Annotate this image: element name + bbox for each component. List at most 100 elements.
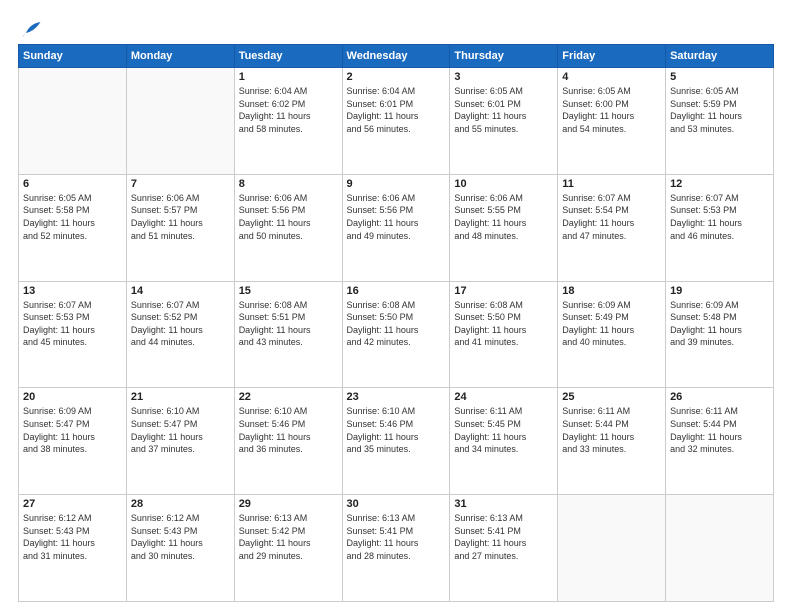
day-number: 19 [670, 285, 769, 297]
day-info: Sunrise: 6:05 AM Sunset: 5:58 PM Dayligh… [23, 192, 122, 242]
day-info: Sunrise: 6:09 AM Sunset: 5:47 PM Dayligh… [23, 405, 122, 455]
calendar-cell: 30 Sunrise: 6:13 AM Sunset: 5:41 PM Dayli… [342, 495, 450, 602]
week-row: 13 Sunrise: 6:07 AM Sunset: 5:53 PM Dayli… [19, 281, 774, 388]
week-row: 1 Sunrise: 6:04 AM Sunset: 6:02 PM Daylig… [19, 68, 774, 175]
day-number: 14 [131, 285, 230, 297]
day-number: 9 [347, 178, 446, 190]
day-number: 21 [131, 391, 230, 403]
calendar-cell: 22Sunrise: 6:10 AM Sunset: 5:46 PM Dayli… [234, 388, 342, 495]
day-number: 24 [454, 391, 553, 403]
header-row: SundayMondayTuesdayWednesdayThursdayFrid… [19, 45, 774, 68]
weekday-header: Sunday [19, 45, 127, 68]
day-number: 12 [670, 178, 769, 190]
day-number: 11 [562, 178, 661, 190]
calendar-cell: 31Sunrise: 6:13 AM Sunset: 5:41 PM Dayli… [450, 495, 558, 602]
day-info: Sunrise: 6:09 AM Sunset: 5:49 PM Dayligh… [562, 299, 661, 349]
week-row: 27 Sunrise: 6:12 AM Sunset: 5:43 PM Dayli… [19, 495, 774, 602]
day-info: Sunrise: 6:09 AM Sunset: 5:48 PM Dayligh… [670, 299, 769, 349]
day-info: Sunrise: 6:04 AM Sunset: 6:01 PM Dayligh… [347, 85, 446, 135]
day-number: 5 [670, 71, 769, 83]
calendar-cell: 5 Sunrise: 6:05 AM Sunset: 5:59 PM Daylig… [666, 68, 774, 175]
calendar-cell: 26 Sunrise: 6:11 AM Sunset: 5:44 PM Dayli… [666, 388, 774, 495]
weekday-header: Saturday [666, 45, 774, 68]
calendar-cell: 17 Sunrise: 6:08 AM Sunset: 5:50 PM Dayli… [450, 281, 558, 388]
day-info: Sunrise: 6:11 AM Sunset: 5:44 PM Dayligh… [670, 405, 769, 455]
day-number: 1 [239, 71, 338, 83]
day-number: 16 [347, 285, 446, 297]
calendar-cell: 15Sunrise: 6:08 AM Sunset: 5:51 PM Dayli… [234, 281, 342, 388]
weekday-header: Tuesday [234, 45, 342, 68]
calendar-cell: 27 Sunrise: 6:12 AM Sunset: 5:43 PM Dayli… [19, 495, 127, 602]
day-info: Sunrise: 6:05 AM Sunset: 5:59 PM Dayligh… [670, 85, 769, 135]
calendar-table: SundayMondayTuesdayWednesdayThursdayFrid… [18, 44, 774, 602]
day-number: 22 [239, 391, 338, 403]
day-info: Sunrise: 6:06 AM Sunset: 5:55 PM Dayligh… [454, 192, 553, 242]
day-number: 23 [347, 391, 446, 403]
day-info: Sunrise: 6:13 AM Sunset: 5:41 PM Dayligh… [454, 512, 553, 562]
weekday-header: Thursday [450, 45, 558, 68]
day-info: Sunrise: 6:04 AM Sunset: 6:02 PM Dayligh… [239, 85, 338, 135]
calendar-cell: 1 Sunrise: 6:04 AM Sunset: 6:02 PM Daylig… [234, 68, 342, 175]
calendar-cell [126, 68, 234, 175]
calendar-cell: 25 Sunrise: 6:11 AM Sunset: 5:44 PM Dayli… [558, 388, 666, 495]
calendar-cell: 20Sunrise: 6:09 AM Sunset: 5:47 PM Dayli… [19, 388, 127, 495]
day-number: 17 [454, 285, 553, 297]
day-info: Sunrise: 6:07 AM Sunset: 5:53 PM Dayligh… [23, 299, 122, 349]
day-info: Sunrise: 6:08 AM Sunset: 5:50 PM Dayligh… [454, 299, 553, 349]
day-number: 25 [562, 391, 661, 403]
logo-bird-icon [20, 18, 42, 40]
calendar-cell: 14 Sunrise: 6:07 AM Sunset: 5:52 PM Dayli… [126, 281, 234, 388]
calendar-cell: 12 Sunrise: 6:07 AM Sunset: 5:53 PM Dayli… [666, 174, 774, 281]
day-number: 29 [239, 498, 338, 510]
calendar-cell: 13 Sunrise: 6:07 AM Sunset: 5:53 PM Dayli… [19, 281, 127, 388]
day-info: Sunrise: 6:12 AM Sunset: 5:43 PM Dayligh… [131, 512, 230, 562]
day-info: Sunrise: 6:11 AM Sunset: 5:44 PM Dayligh… [562, 405, 661, 455]
calendar-cell [666, 495, 774, 602]
week-row: 20Sunrise: 6:09 AM Sunset: 5:47 PM Dayli… [19, 388, 774, 495]
day-number: 7 [131, 178, 230, 190]
day-info: Sunrise: 6:12 AM Sunset: 5:43 PM Dayligh… [23, 512, 122, 562]
weekday-header: Monday [126, 45, 234, 68]
weekday-header: Friday [558, 45, 666, 68]
day-info: Sunrise: 6:06 AM Sunset: 5:57 PM Dayligh… [131, 192, 230, 242]
day-info: Sunrise: 6:07 AM Sunset: 5:53 PM Dayligh… [670, 192, 769, 242]
day-info: Sunrise: 6:10 AM Sunset: 5:47 PM Dayligh… [131, 405, 230, 455]
calendar-cell: 16 Sunrise: 6:08 AM Sunset: 5:50 PM Dayli… [342, 281, 450, 388]
day-info: Sunrise: 6:13 AM Sunset: 5:41 PM Dayligh… [347, 512, 446, 562]
page: SundayMondayTuesdayWednesdayThursdayFrid… [0, 0, 792, 612]
day-info: Sunrise: 6:13 AM Sunset: 5:42 PM Dayligh… [239, 512, 338, 562]
day-info: Sunrise: 6:06 AM Sunset: 5:56 PM Dayligh… [239, 192, 338, 242]
day-number: 30 [347, 498, 446, 510]
calendar-cell: 11 Sunrise: 6:07 AM Sunset: 5:54 PM Dayli… [558, 174, 666, 281]
weekday-header: Wednesday [342, 45, 450, 68]
day-number: 10 [454, 178, 553, 190]
calendar-cell: 18Sunrise: 6:09 AM Sunset: 5:49 PM Dayli… [558, 281, 666, 388]
calendar-cell: 2Sunrise: 6:04 AM Sunset: 6:01 PM Daylig… [342, 68, 450, 175]
day-number: 26 [670, 391, 769, 403]
logo [18, 18, 42, 36]
calendar-cell [19, 68, 127, 175]
day-number: 13 [23, 285, 122, 297]
day-number: 27 [23, 498, 122, 510]
calendar-cell: 9 Sunrise: 6:06 AM Sunset: 5:56 PM Daylig… [342, 174, 450, 281]
day-info: Sunrise: 6:08 AM Sunset: 5:51 PM Dayligh… [239, 299, 338, 349]
calendar-cell: 28Sunrise: 6:12 AM Sunset: 5:43 PM Dayli… [126, 495, 234, 602]
calendar-cell: 3Sunrise: 6:05 AM Sunset: 6:01 PM Daylig… [450, 68, 558, 175]
day-info: Sunrise: 6:06 AM Sunset: 5:56 PM Dayligh… [347, 192, 446, 242]
day-info: Sunrise: 6:05 AM Sunset: 6:00 PM Dayligh… [562, 85, 661, 135]
calendar-cell: 4 Sunrise: 6:05 AM Sunset: 6:00 PM Daylig… [558, 68, 666, 175]
day-info: Sunrise: 6:07 AM Sunset: 5:52 PM Dayligh… [131, 299, 230, 349]
day-info: Sunrise: 6:07 AM Sunset: 5:54 PM Dayligh… [562, 192, 661, 242]
day-info: Sunrise: 6:08 AM Sunset: 5:50 PM Dayligh… [347, 299, 446, 349]
calendar-cell: 23Sunrise: 6:10 AM Sunset: 5:46 PM Dayli… [342, 388, 450, 495]
calendar-cell: 21 Sunrise: 6:10 AM Sunset: 5:47 PM Dayli… [126, 388, 234, 495]
calendar-cell [558, 495, 666, 602]
calendar-cell: 10 Sunrise: 6:06 AM Sunset: 5:55 PM Dayli… [450, 174, 558, 281]
calendar-cell: 29 Sunrise: 6:13 AM Sunset: 5:42 PM Dayli… [234, 495, 342, 602]
calendar-cell: 8 Sunrise: 6:06 AM Sunset: 5:56 PM Daylig… [234, 174, 342, 281]
header [18, 18, 774, 36]
calendar-cell: 7 Sunrise: 6:06 AM Sunset: 5:57 PM Daylig… [126, 174, 234, 281]
day-number: 4 [562, 71, 661, 83]
day-number: 8 [239, 178, 338, 190]
week-row: 6Sunrise: 6:05 AM Sunset: 5:58 PM Daylig… [19, 174, 774, 281]
